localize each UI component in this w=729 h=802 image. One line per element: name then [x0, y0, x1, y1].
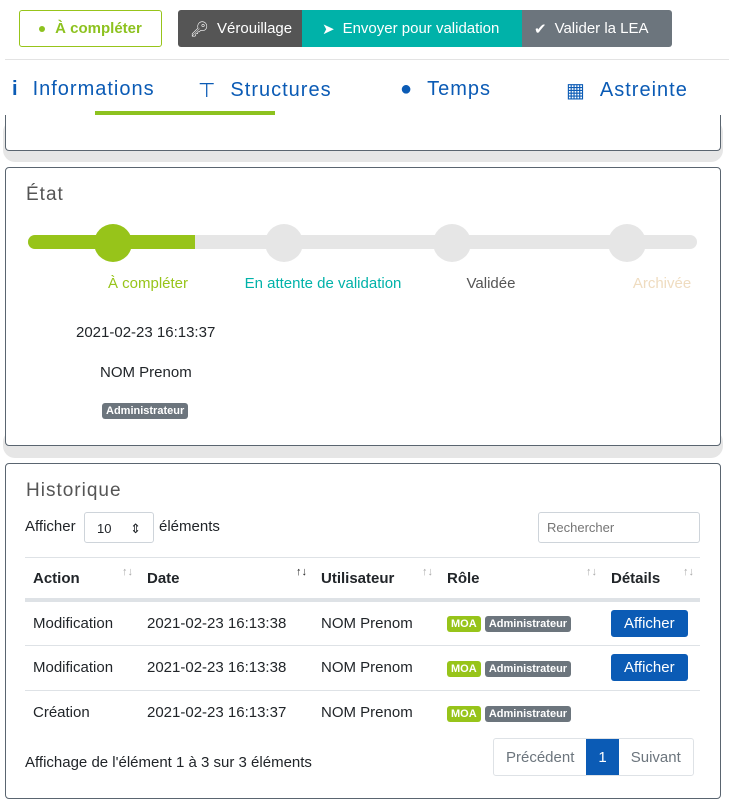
prev-button[interactable]: Précédent — [494, 739, 586, 775]
sitemap-icon: ⊤ — [198, 80, 217, 102]
page-size-select[interactable]: 10 ⇕ — [84, 512, 154, 543]
table-info: Affichage de l'élément 1 à 3 sur 3 éléme… — [25, 754, 312, 771]
step-label: À compléter — [107, 275, 189, 292]
cell-date: 2021-02-23 16:13:38 — [139, 645, 313, 691]
col-label: Détails — [611, 569, 661, 587]
step-label: Archivée — [632, 275, 692, 292]
elements-label: éléments — [159, 518, 220, 535]
etat-date: 2021-02-23 16:13:37 — [76, 324, 216, 341]
table-row: Modification 2021-02-23 16:13:38 NOM Preno… — [25, 600, 700, 646]
table-row: Modification 2021-02-23 16:13:38 NOM Preno… — [25, 645, 700, 691]
step-dot — [433, 224, 471, 262]
cell-action: Création — [33, 704, 90, 722]
cell-action: Modification — [25, 600, 139, 646]
step-dot — [608, 224, 646, 262]
tab-label: Astreinte — [599, 79, 688, 101]
step-label: Validée — [466, 275, 516, 292]
cell-date: 2021-02-23 16:13:38 — [139, 600, 313, 646]
status-badge: À compléter — [19, 10, 162, 47]
sort-icon: ↑↓ — [122, 566, 133, 578]
validate-button[interactable]: ✔ Valider la LEA — [522, 10, 672, 47]
col-label: Rôle — [447, 569, 480, 587]
info-icon: i — [12, 78, 19, 100]
dot-icon — [39, 25, 46, 32]
clock-icon: ● — [400, 78, 414, 100]
search-input[interactable] — [538, 512, 700, 543]
sort-icon: ↑↓ — [586, 566, 597, 578]
cell-details: Afficher — [603, 600, 700, 646]
tab-temps[interactable]: ● Temps — [400, 78, 491, 101]
role-badge: Administrateur — [484, 660, 572, 677]
col-label: Date — [147, 569, 180, 587]
col-label: Action — [33, 569, 80, 587]
cell-role: MOA Administrateur — [439, 645, 603, 691]
tab-informations[interactable]: i Informations — [12, 78, 155, 101]
role-badge: Administrateur — [484, 616, 572, 633]
page-size-value: 10 — [97, 521, 112, 536]
lock-button[interactable]: 🔑︎ Vérouillage — [178, 10, 302, 47]
status-label: À compléter — [55, 20, 142, 37]
col-details[interactable]: Détails ↑↓ — [603, 558, 700, 602]
tab-label: Structures — [230, 79, 332, 101]
role-badge: MOA — [447, 616, 481, 633]
select-arrows-icon: ⇕ — [130, 521, 141, 536]
sort-desc-icon: ↑↓ — [296, 566, 307, 578]
etat-user: NOM Prenom — [100, 364, 192, 381]
col-user[interactable]: Utilisateur ↑↓ — [313, 558, 439, 602]
sort-icon: ↑↓ — [422, 566, 433, 578]
page-1-button[interactable]: 1 — [586, 739, 619, 775]
cell-role: MOA Administrateur — [439, 690, 603, 735]
etat-title: État — [26, 184, 64, 205]
history-table-wrap: Action ↑↓ Date ↑↓ Utilisateur ↑↓ Rôle ↑↓ Dét… — [25, 557, 700, 735]
col-label: Utilisateur — [321, 569, 395, 587]
step-dot — [265, 224, 303, 262]
table-row: Création 2021-02-23 16:13:37 NOM Prenom MOA… — [25, 690, 700, 735]
cell-user: NOM Prenom — [313, 600, 439, 646]
cell-user: NOM Prenom — [321, 704, 413, 722]
tab-astreinte[interactable]: ▦ Astreinte — [566, 78, 688, 103]
role-badge: Administrateur — [484, 705, 572, 722]
tab-label: Informations — [32, 78, 155, 100]
structures-card — [5, 115, 721, 151]
key-icon: 🔑︎ — [190, 20, 210, 38]
step-dot — [94, 224, 132, 262]
col-date[interactable]: Date ↑↓ — [139, 558, 313, 602]
tab-label: Temps — [427, 78, 491, 100]
cell-user: NOM Prenom — [313, 645, 439, 691]
sort-icon: ↑↓ — [683, 566, 694, 578]
cell-action: Modification — [25, 645, 139, 691]
action-buttons: 🔑︎ Vérouillage ➤ Envoyer pour validation ✔… — [178, 10, 672, 47]
cell-date: 2021-02-23 16:13:37 — [147, 704, 287, 722]
send-validation-button[interactable]: ➤ Envoyer pour validation — [302, 10, 522, 47]
send-label: Envoyer pour validation — [342, 20, 500, 37]
afficher-button[interactable]: Afficher — [611, 609, 688, 637]
cell-role: MOA Administrateur — [439, 600, 603, 646]
next-button[interactable]: Suivant — [619, 739, 693, 775]
validate-label: Valider la LEA — [554, 20, 649, 37]
calendar-icon: ▦ — [566, 80, 586, 102]
cell-details: Afficher — [603, 645, 700, 691]
role-badge: MOA — [447, 660, 481, 677]
tab-structures[interactable]: ⊤ Structures — [198, 78, 332, 103]
role-badge: Administrateur — [102, 403, 189, 419]
check-circle-icon: ✔ — [534, 20, 547, 38]
divider — [5, 59, 729, 60]
afficher-button[interactable]: Afficher — [611, 654, 688, 681]
history-table: Action ↑↓ Date ↑↓ Utilisateur ↑↓ Rôle ↑↓ Dét… — [25, 558, 700, 735]
paper-plane-icon: ➤ — [322, 20, 335, 38]
cell-details — [603, 690, 700, 735]
role-badge: MOA — [447, 705, 481, 722]
col-role[interactable]: Rôle ↑↓ — [439, 558, 603, 602]
pagination: Précédent 1 Suivant — [493, 738, 694, 776]
show-label: Afficher — [25, 518, 76, 535]
col-action[interactable]: Action ↑↓ — [25, 558, 139, 602]
historique-title: Historique — [26, 480, 122, 501]
lock-label: Vérouillage — [217, 20, 293, 37]
